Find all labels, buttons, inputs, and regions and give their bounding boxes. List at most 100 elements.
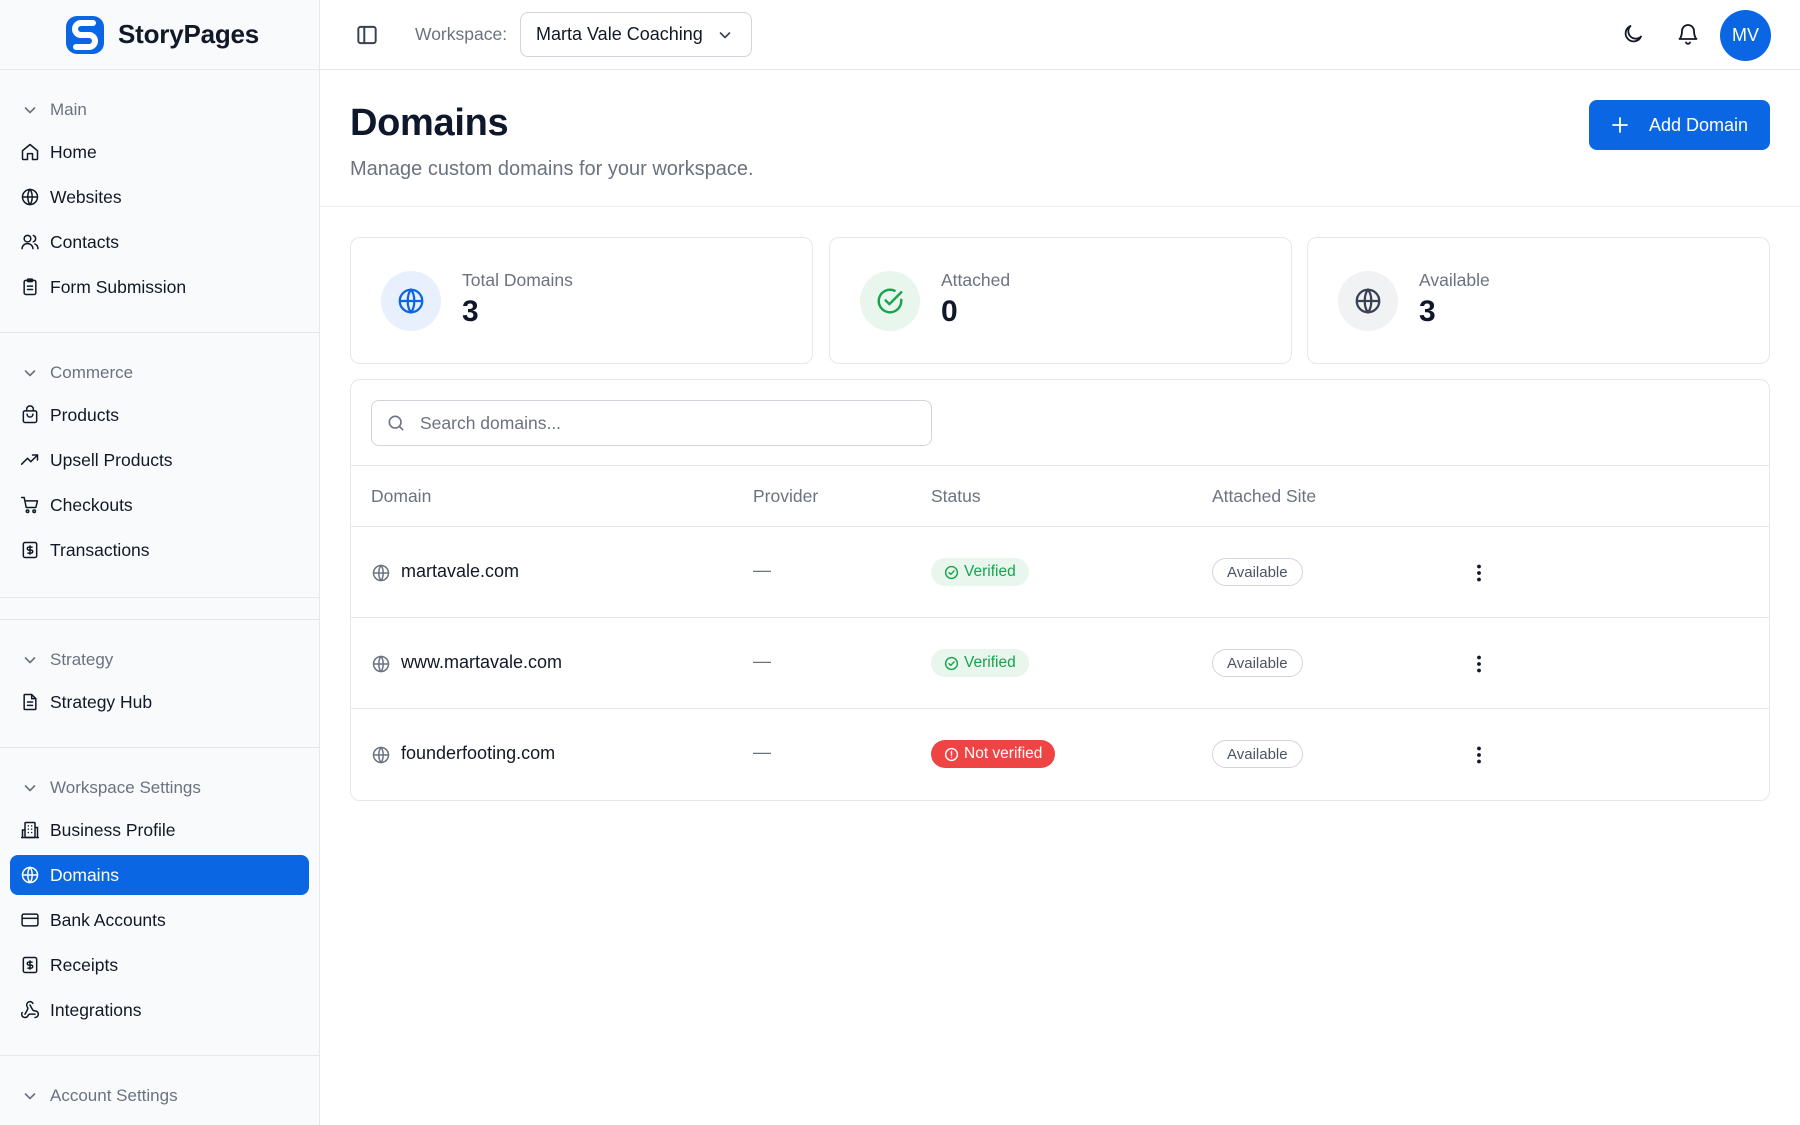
add-domain-button[interactable]: Add Domain [1589, 100, 1770, 150]
search-input[interactable] [420, 412, 900, 434]
topbar: Workspace: Marta Vale Coaching MV [320, 0, 1800, 70]
sidebar-item-form-submission[interactable]: Form Submission [10, 267, 309, 307]
search-row [351, 380, 1769, 466]
provider-value: — [753, 742, 771, 762]
section-header-commerce[interactable]: Commerce [0, 359, 319, 387]
stat-icon-wrap [1338, 271, 1398, 331]
section-title: Strategy [50, 650, 114, 669]
brand[interactable]: StoryPages [0, 0, 319, 70]
sidebar-item-home[interactable]: Home [10, 132, 309, 172]
chevron-down-icon [719, 32, 731, 39]
sidebar-item-checkouts[interactable]: Checkouts [10, 485, 309, 525]
more-vertical-icon[interactable] [1468, 562, 1490, 584]
stat-label: Attached [941, 270, 1011, 290]
sidebar-item-transactions[interactable]: Transactions [10, 530, 309, 570]
alert-circle-icon [944, 747, 959, 761]
globe-icon [398, 288, 424, 314]
chevron-down-icon [24, 657, 36, 664]
nav-section-workspace-settings: Workspace Settings Business Profile Doma… [0, 748, 319, 1056]
domain-name: martavale.com [401, 561, 520, 581]
table-row[interactable]: founderfooting.com — Not verified Availa… [351, 709, 1769, 800]
brand-name: StoryPages [118, 19, 260, 49]
dollar-receipt-icon [22, 956, 38, 974]
section-header-workspace-settings[interactable]: Workspace Settings [0, 774, 319, 802]
sidebar-item-label: Receipts [50, 954, 119, 975]
moon-icon[interactable] [1621, 22, 1645, 46]
search-box[interactable] [371, 400, 932, 446]
column-header-provider[interactable]: Provider [753, 486, 818, 507]
users-icon [21, 234, 39, 250]
nav-section-account-settings: Account Settings [0, 1056, 319, 1125]
sidebar-item-integrations[interactable]: Integrations [10, 990, 309, 1030]
attached-site-badge: Available [1212, 558, 1303, 586]
status-text: Verified [964, 563, 1016, 580]
cart-icon [20, 496, 39, 514]
status-text: Not verified [964, 745, 1043, 762]
avatar[interactable]: MV [1720, 10, 1771, 61]
stat-value: 0 [941, 295, 958, 328]
domain-name: www.martavale.com [401, 652, 563, 672]
trending-up-icon [20, 454, 39, 465]
sidebar-item-label: Websites [50, 186, 122, 207]
home-icon [21, 143, 39, 161]
section-header-main[interactable]: Main [0, 96, 319, 124]
search-icon [388, 415, 404, 431]
credit-card-icon [21, 913, 39, 927]
sidebar: StoryPages Main Home Websites Contacts F… [0, 0, 320, 1125]
avatar-initials: MV [1732, 25, 1759, 45]
page-header: Domains Manage custom domains for your w… [320, 70, 1800, 207]
sidebar-item-label: Transactions [50, 539, 150, 560]
section-title: Commerce [50, 363, 134, 382]
more-vertical-icon[interactable] [1468, 653, 1490, 675]
webhook-icon [20, 1000, 39, 1019]
chevron-down-icon [24, 785, 36, 792]
workspace-select-value: Marta Vale Coaching [536, 24, 703, 44]
sidebar-item-bank-accounts[interactable]: Bank Accounts [10, 900, 309, 940]
provider-value: — [753, 560, 771, 580]
provider-value: — [753, 651, 771, 671]
nav-divider [0, 598, 319, 620]
table-row[interactable]: www.martavale.com — Verified Available [351, 618, 1769, 709]
workspace-label: Workspace: [415, 24, 508, 44]
workspace-select[interactable]: Marta Vale Coaching [520, 12, 752, 57]
more-vertical-icon[interactable] [1468, 744, 1490, 766]
document-icon [23, 693, 37, 711]
column-header-attached-site[interactable]: Attached Site [1212, 486, 1316, 507]
stat-card-available: Available 3 [1307, 237, 1770, 364]
status-badge: Not verified [931, 740, 1056, 768]
section-header-account-settings[interactable]: Account Settings [0, 1082, 319, 1110]
globe-icon [372, 655, 390, 673]
status-text: Verified [964, 654, 1016, 671]
sidebar-item-label: Products [50, 404, 120, 425]
table-row[interactable]: martavale.com — Verified Available [351, 527, 1769, 618]
globe-icon [21, 866, 39, 884]
sidebar-item-contacts[interactable]: Contacts [10, 222, 309, 262]
sidebar-item-label: Upsell Products [50, 449, 173, 470]
sidebar-item-label: Domains [50, 864, 120, 885]
attached-site-text: Available [1227, 563, 1288, 581]
sidebar-item-products[interactable]: Products [10, 395, 309, 435]
sidebar-item-strategy-hub[interactable]: Strategy Hub [10, 682, 309, 722]
sidebar-item-business-profile[interactable]: Business Profile [10, 810, 309, 850]
globe-icon [1355, 288, 1381, 314]
storypages-logo-icon [66, 15, 104, 54]
column-header-domain[interactable]: Domain [371, 486, 431, 507]
sidebar-item-receipts[interactable]: Receipts [10, 945, 309, 985]
column-header-status[interactable]: Status [931, 486, 981, 507]
shopping-bag-icon [22, 405, 38, 424]
status-badge: Verified [931, 649, 1029, 677]
globe-icon [372, 564, 390, 582]
sidebar-item-upsell-products[interactable]: Upsell Products [10, 440, 309, 480]
chevron-down-icon [24, 1093, 36, 1100]
stat-value: 3 [462, 295, 479, 328]
sidebar-item-websites[interactable]: Websites [10, 177, 309, 217]
sidebar-toggle-icon[interactable] [354, 22, 380, 48]
building-icon [20, 821, 40, 839]
section-header-strategy[interactable]: Strategy [0, 646, 319, 674]
bell-icon[interactable] [1676, 22, 1700, 46]
check-circle-icon [877, 288, 903, 314]
nav-section-main: Main Home Websites Contacts Form Submiss… [0, 70, 319, 333]
globe-icon [372, 746, 390, 764]
page-title: Domains [350, 102, 509, 144]
sidebar-item-domains[interactable]: Domains [10, 855, 309, 895]
